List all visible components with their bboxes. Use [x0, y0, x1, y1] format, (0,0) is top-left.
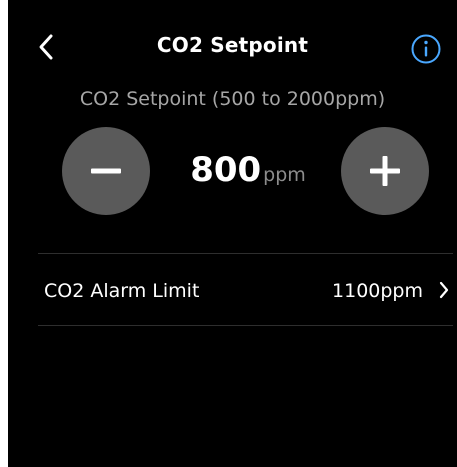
co2-alarm-limit-row[interactable]: CO2 Alarm Limit 1100ppm: [38, 254, 453, 325]
page-title: CO2 Setpoint: [156, 33, 309, 57]
minus-icon: [91, 168, 121, 174]
divider: [38, 325, 453, 326]
info-button[interactable]: [410, 33, 442, 65]
alarm-limit-label: CO2 Alarm Limit: [44, 280, 200, 302]
decrease-setpoint-button[interactable]: [62, 127, 150, 215]
info-icon: [411, 34, 441, 64]
plus-icon: [370, 156, 400, 186]
setpoint-value-display: 800 ppm: [158, 150, 338, 190]
alarm-limit-value: 1100ppm: [332, 280, 423, 302]
co2-setpoint-screen: CO2 Setpoint CO2 Setpoint (500 to 2000pp…: [8, 0, 457, 467]
increase-setpoint-button[interactable]: [341, 127, 429, 215]
chevron-right-icon: [439, 281, 449, 299]
setpoint-range-label: CO2 Setpoint (500 to 2000ppm): [79, 88, 386, 110]
header: CO2 Setpoint: [8, 0, 457, 88]
setpoint-unit: ppm: [263, 164, 306, 186]
setpoint-value: 800: [190, 150, 262, 190]
